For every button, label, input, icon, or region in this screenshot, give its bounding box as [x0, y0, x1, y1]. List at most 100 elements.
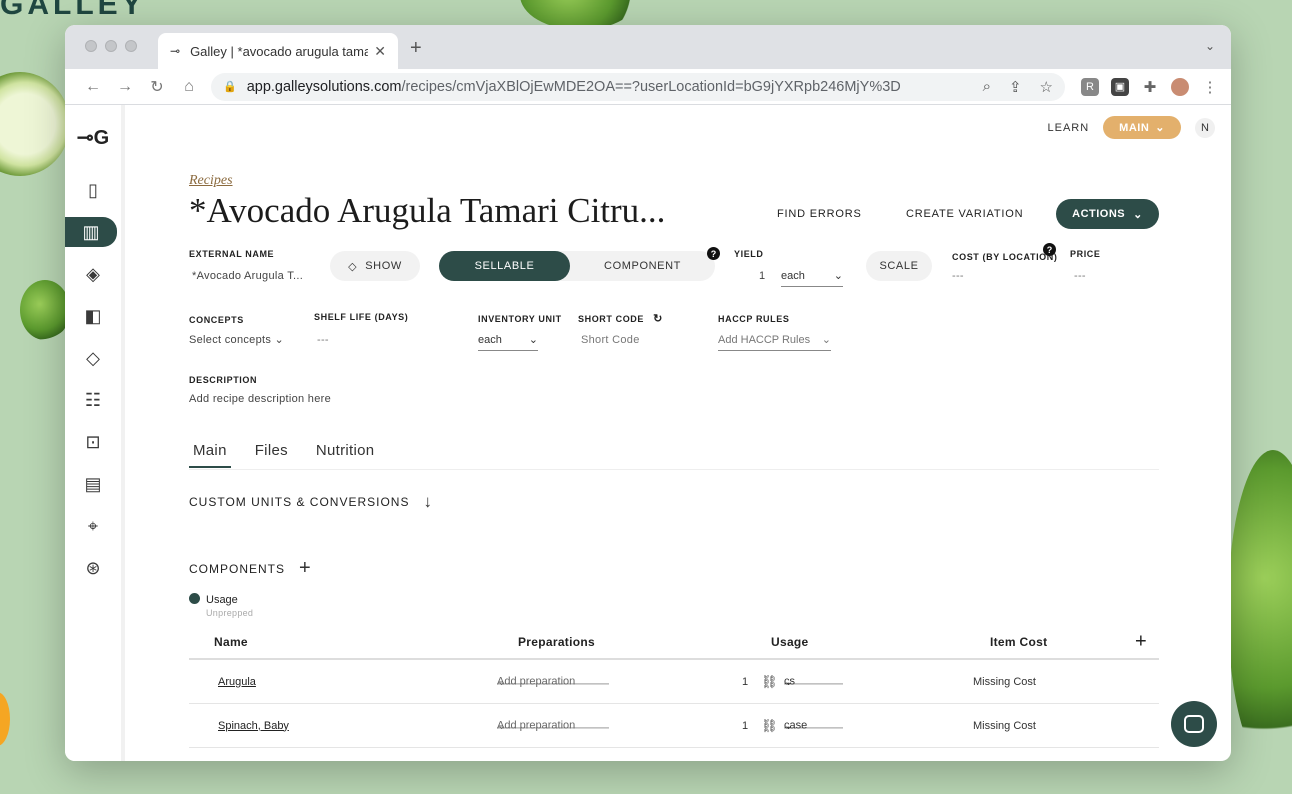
usage-unit-select[interactable]: cs ⌄	[784, 675, 843, 688]
galley-logo-icon[interactable]: ⊸G	[65, 105, 121, 169]
sidebar-recipes-book-icon[interactable]: ▥	[65, 217, 117, 247]
window-controls	[85, 40, 137, 52]
price-label: PRICE	[1070, 249, 1101, 259]
zoom-icon[interactable]: ⌕	[983, 78, 991, 96]
scale-label: SCALE	[879, 260, 919, 272]
cucumber-decoration	[0, 72, 70, 176]
yield-quantity-field[interactable]: 1	[759, 270, 765, 282]
scale-button[interactable]: SCALE	[866, 251, 932, 281]
actions-button[interactable]: ACTIONS ⌄	[1056, 199, 1159, 229]
preparation-select[interactable]: Add preparation ⌄	[497, 719, 609, 732]
component-name-link[interactable]: Spinach, Baby	[218, 720, 289, 732]
recipe-tabs: Main Files Nutrition	[189, 438, 1159, 470]
usage-quantity[interactable]: 1	[742, 720, 748, 732]
maximize-window-button[interactable]	[125, 40, 137, 52]
user-avatar[interactable]: N	[1195, 117, 1215, 138]
yield-unit-value: each	[781, 269, 805, 282]
close-tab-icon[interactable]: ✕	[374, 43, 386, 60]
unlink-icon[interactable]: ⛓	[761, 718, 778, 734]
extension-r-icon[interactable]: R	[1081, 77, 1099, 96]
tab-search-chevron-icon[interactable]: ⌄	[1205, 39, 1215, 53]
preparation-value: Add preparation	[497, 675, 576, 688]
sidebar-document-icon[interactable]: ▤	[65, 463, 121, 505]
find-errors-button[interactable]: FIND ERRORS	[777, 208, 862, 220]
extension-screen-icon[interactable]: ▣	[1111, 77, 1129, 96]
browser-tab[interactable]: ⊸ Galley | *avocado arugula tama ✕	[158, 33, 398, 69]
sidebar-tag-icon[interactable]: ◇	[65, 337, 121, 379]
usage-quantity[interactable]: 1	[742, 676, 748, 688]
tab-files[interactable]: Files	[251, 438, 292, 469]
sidebar-location-pin-icon[interactable]: ⌖	[65, 505, 121, 547]
chevron-down-icon: ⌄	[1133, 208, 1143, 221]
description-label: DESCRIPTION	[189, 375, 258, 385]
chevron-down-icon: ⌄	[497, 719, 507, 732]
create-variation-button[interactable]: CREATE VARIATION	[906, 208, 1023, 220]
share-icon[interactable]: ⇪	[1009, 78, 1022, 96]
chat-bubble-icon	[1184, 715, 1204, 733]
browser-toolbar: ← → ↻ ⌂ 🔒 app.galleysolutions.com /recip…	[65, 69, 1231, 105]
show-button[interactable]: ◇ SHOW	[330, 251, 420, 281]
new-tab-icon[interactable]: +	[410, 37, 422, 60]
cost-value: ---	[952, 270, 964, 282]
chevron-down-icon: ⌄	[833, 270, 843, 282]
haccp-rules-select[interactable]: Add HACCP Rules ⌄	[718, 333, 831, 351]
component-name-link[interactable]: Arugula	[218, 676, 256, 688]
cost-help-icon[interactable]: ?	[1043, 243, 1056, 256]
chevron-down-icon: ⌄	[821, 334, 831, 346]
tab-main[interactable]: Main	[189, 438, 231, 468]
inventory-unit-value: each	[478, 333, 502, 346]
profile-avatar[interactable]	[1171, 77, 1189, 96]
usage-unit-select[interactable]: case ⌄	[784, 719, 843, 732]
sidebar-clipboard-icon[interactable]: ▯	[65, 169, 121, 211]
chevron-down-icon: ⌄	[1155, 122, 1165, 134]
reload-icon[interactable]: ↻	[141, 77, 173, 97]
add-row-plus-icon[interactable]: +	[1135, 630, 1147, 653]
description-input[interactable]: Add recipe description here	[189, 393, 331, 405]
add-component-plus-icon[interactable]: +	[299, 557, 312, 580]
close-window-button[interactable]	[85, 40, 97, 52]
sidebar-supplies-icon[interactable]: ◧	[65, 295, 121, 337]
galley-app: ⊸G ▯ ▥ ◈ ◧ ◇ ☷ ⊡ ▤ ⌖ ⊛ LEARN MAIN ⌄ N Re…	[65, 105, 1231, 761]
yield-unit-select[interactable]: each ⌄	[781, 269, 843, 287]
component-toggle-option[interactable]: COMPONENT	[570, 251, 715, 281]
tab-nutrition[interactable]: Nutrition	[312, 438, 379, 469]
address-bar[interactable]: 🔒 app.galleysolutions.com /recipes/cmVja…	[211, 72, 1065, 101]
shelf-life-label: SHELF LIFE (DAYS)	[314, 312, 409, 322]
inventory-unit-select[interactable]: each ⌄	[478, 333, 538, 351]
learn-link[interactable]: LEARN	[1047, 122, 1089, 134]
forward-arrow-icon[interactable]: →	[109, 78, 141, 96]
shelf-life-field[interactable]: ---	[317, 334, 329, 346]
bookmark-star-icon[interactable]: ☆	[1040, 78, 1053, 96]
extensions-puzzle-icon[interactable]: ✚	[1141, 78, 1159, 96]
lock-icon[interactable]: 🔒	[223, 80, 237, 93]
minimize-window-button[interactable]	[105, 40, 117, 52]
header-usage: Usage	[771, 634, 809, 649]
price-field[interactable]: ---	[1074, 270, 1086, 282]
chat-support-button[interactable]	[1171, 701, 1217, 747]
location-selector-button[interactable]: MAIN ⌄	[1103, 116, 1181, 139]
item-cost: Missing Cost	[973, 719, 1036, 732]
sidebar-ingredients-icon[interactable]: ◈	[65, 253, 121, 295]
actions-label: ACTIONS	[1072, 208, 1126, 220]
sidebar-cart-icon[interactable]: ⊡	[65, 421, 121, 463]
cost-by-location-label: COST (BY LOCATION)	[952, 252, 1058, 262]
back-arrow-icon[interactable]: ←	[77, 78, 109, 96]
external-name-field[interactable]: *Avocado Arugula T...	[192, 270, 303, 282]
sidebar-dining-icon[interactable]: ⊛	[65, 547, 121, 589]
refresh-icon[interactable]: ↻	[653, 313, 663, 325]
unlink-icon[interactable]: ⛓	[761, 674, 778, 690]
preparation-select[interactable]: Add preparation ⌄	[497, 675, 609, 688]
tab-strip: ⊸ Galley | *avocado arugula tama ✕ + ⌄	[65, 25, 1231, 69]
concepts-select[interactable]: Select concepts ⌄	[189, 333, 284, 346]
legend-unprepped: Unprepped	[206, 608, 254, 618]
home-icon[interactable]: ⌂	[173, 78, 205, 96]
more-menu-icon[interactable]: ⋮	[1201, 78, 1219, 96]
breadcrumb-recipes-link[interactable]: Recipes	[189, 173, 233, 189]
sidebar-menu-list-icon[interactable]: ☷	[65, 379, 121, 421]
header-preparations: Preparations	[518, 634, 595, 649]
sellable-toggle-option[interactable]: SELLABLE	[439, 251, 570, 281]
custom-units-section-toggle[interactable]: CUSTOM UNITS & CONVERSIONS ↓	[189, 492, 433, 512]
inventory-unit-label: INVENTORY UNIT	[478, 314, 562, 324]
component-help-icon[interactable]: ?	[707, 247, 720, 260]
short-code-input[interactable]: Short Code	[581, 334, 640, 346]
